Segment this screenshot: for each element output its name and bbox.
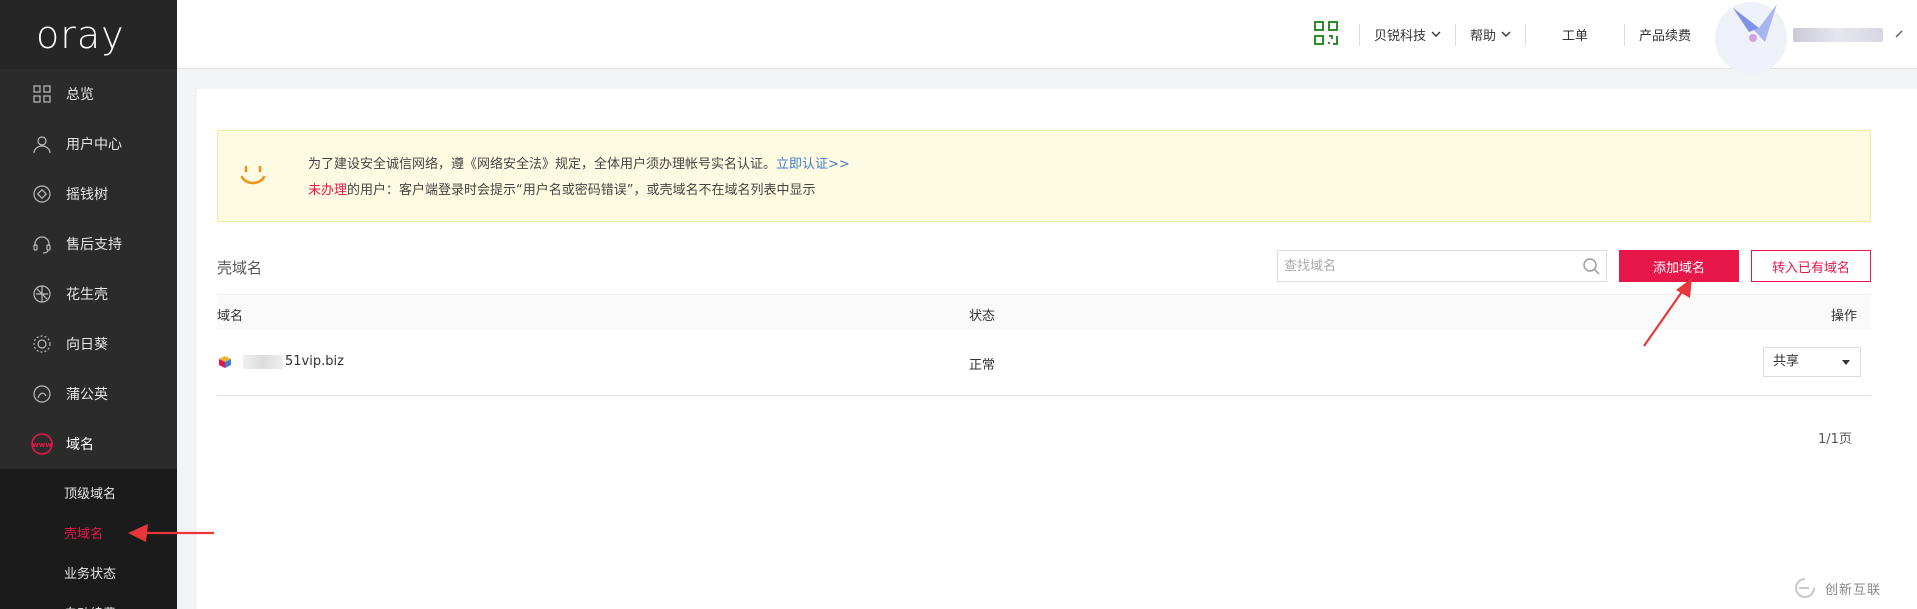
user-icon [30,132,54,156]
user-name-blurred[interactable] [1793,27,1883,42]
renew-link[interactable]: 产品续费 [1625,25,1705,44]
sidebar-item-label: 向日葵 [66,337,108,353]
sidebar-item-overview[interactable]: 总览 [0,69,177,119]
transfer-domain-button[interactable]: 转入已有域名 [1751,250,1871,282]
notice-text: 的用户：客户端登录时会提示“用户名或密码错误”，或壳域名不在域名列表中显示 [347,183,816,198]
watermark: 创新互联 [1791,577,1881,599]
peanut-icon [30,282,54,306]
search-box [1277,250,1607,282]
domain-prefix-blurred [243,354,283,369]
www-icon: www [30,432,54,456]
sub-item-business-status[interactable]: 业务状态 [0,555,177,595]
watermark-text: 创新互联 [1824,582,1881,598]
sidebar-item-label: 摇钱树 [66,187,108,203]
domain-cell[interactable]: 51vip.biz [243,354,344,369]
headset-icon [30,232,54,256]
sidebar-item-label: 售后支持 [66,237,122,253]
verify-now-link[interactable]: 立即认证>> [776,157,850,172]
pagination-info: 1/1页 [1818,432,1852,447]
dandelion-icon [30,382,54,406]
add-domain-button[interactable]: 添加域名 [1619,250,1739,282]
svg-text:www: www [32,441,52,449]
help-label: 帮助 [1469,29,1496,44]
notice-text-line1: 为了建设安全诚信网络，遵《网络安全法》规定，全体用户须办理帐号实名认证。立即认证… [308,153,850,172]
sidebar-item-label: 域名 [66,437,94,453]
main-content: 为了建设安全诚信网络，遵《网络安全法》规定，全体用户须办理帐号实名认证。立即认证… [197,89,1917,609]
domain-sub-menu: 顶级域名 壳域名 业务状态 自动续费 [0,469,177,609]
table-row: 51vip.biz 正常 共享 [217,330,1871,396]
sidebar-item-support[interactable]: 售后支持 [0,219,177,269]
sidebar-item-sunflower[interactable]: 向日葵 [0,319,177,369]
logo-text: oray [36,12,125,57]
notice-warning-highlight: 未办理 [308,183,348,198]
grid-icon [30,82,54,106]
sidebar-item-domain[interactable]: www 域名 [0,419,177,469]
help-menu[interactable]: 帮助 [1456,25,1525,44]
sidebar-item-label: 用户中心 [66,137,122,153]
avatar[interactable] [1715,0,1791,74]
notice-text: 为了建设安全诚信网络，遵《网络安全法》规定，全体用户须办理帐号实名认证。 [308,157,777,172]
domain-name: 51vip.biz [285,354,344,369]
sub-item-auto-renew[interactable]: 自动续费 [0,595,177,609]
sidebar-item-label: 总览 [66,87,94,103]
column-header-domain: 域名 [217,309,244,324]
share-dropdown[interactable]: 共享 [1763,347,1861,377]
sidebar-item-label: 花生壳 [66,287,108,303]
sub-item-shell-domain[interactable]: 壳域名 [0,515,177,555]
column-header-action: 操作 [1830,309,1857,324]
company-label: 贝锐科技 [1373,29,1426,44]
search-icon[interactable] [1582,257,1600,279]
avatar-circle [1715,2,1787,74]
column-header-status: 状态 [969,309,996,324]
sidebar-item-label: 蒲公英 [66,387,108,403]
page-title: 壳域名 [217,259,263,277]
notice-text-line2: 未办理的用户：客户端登录时会提示“用户名或密码错误”，或壳域名不在域名列表中显示 [308,179,816,198]
top-header: 贝锐科技 帮助 工单 产品续费 [177,0,1917,74]
search-input[interactable] [1278,251,1568,281]
chevron-down-icon [1431,27,1441,42]
logo[interactable]: oray [0,0,177,69]
sidebar-item-user-center[interactable]: 用户中心 [0,119,177,169]
sub-item-top-level-domain[interactable]: 顶级域名 [0,475,177,515]
ticket-link[interactable]: 工单 [1526,25,1624,44]
smiley-icon [240,165,266,191]
sidebar-item-peanut-hull[interactable]: 花生壳 [0,269,177,319]
qr-code-icon [1313,20,1339,50]
cube-icon [219,356,231,372]
sunflower-icon [30,332,54,356]
sidebar-item-money-tree[interactable]: 摇钱树 [0,169,177,219]
diamond-icon [30,182,54,206]
share-dropdown-value: 共享 [1773,354,1800,369]
table-header: 域名 状态 操作 [217,294,1871,330]
company-menu[interactable]: 贝锐科技 [1360,25,1455,44]
caret-down-icon [1842,360,1850,365]
sidebar-item-dandelion[interactable]: 蒲公英 [0,369,177,419]
status-cell: 正常 [969,358,996,373]
watermark-logo-icon [1795,578,1815,598]
qr-code-button[interactable] [1313,20,1359,50]
chevron-down-icon[interactable] [1895,27,1903,42]
chevron-down-icon [1501,27,1511,42]
header-nav: 贝锐科技 帮助 工单 产品续费 [1313,0,1917,74]
realname-notice: 为了建设安全诚信网络，遵《网络安全法》规定，全体用户须办理帐号实名认证。立即认证… [217,130,1871,222]
sidebar: oray 总览 用户中心 摇钱树 售后支持 花生壳 向日葵 蒲公英 www 域名… [0,0,177,609]
